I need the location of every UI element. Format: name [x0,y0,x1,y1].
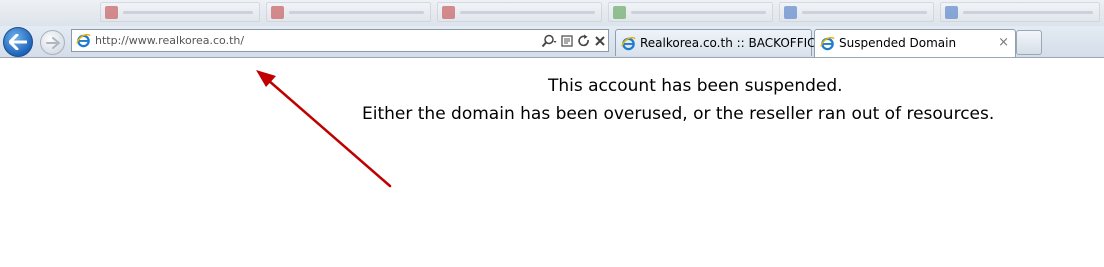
annotation-arrow [256,70,392,188]
